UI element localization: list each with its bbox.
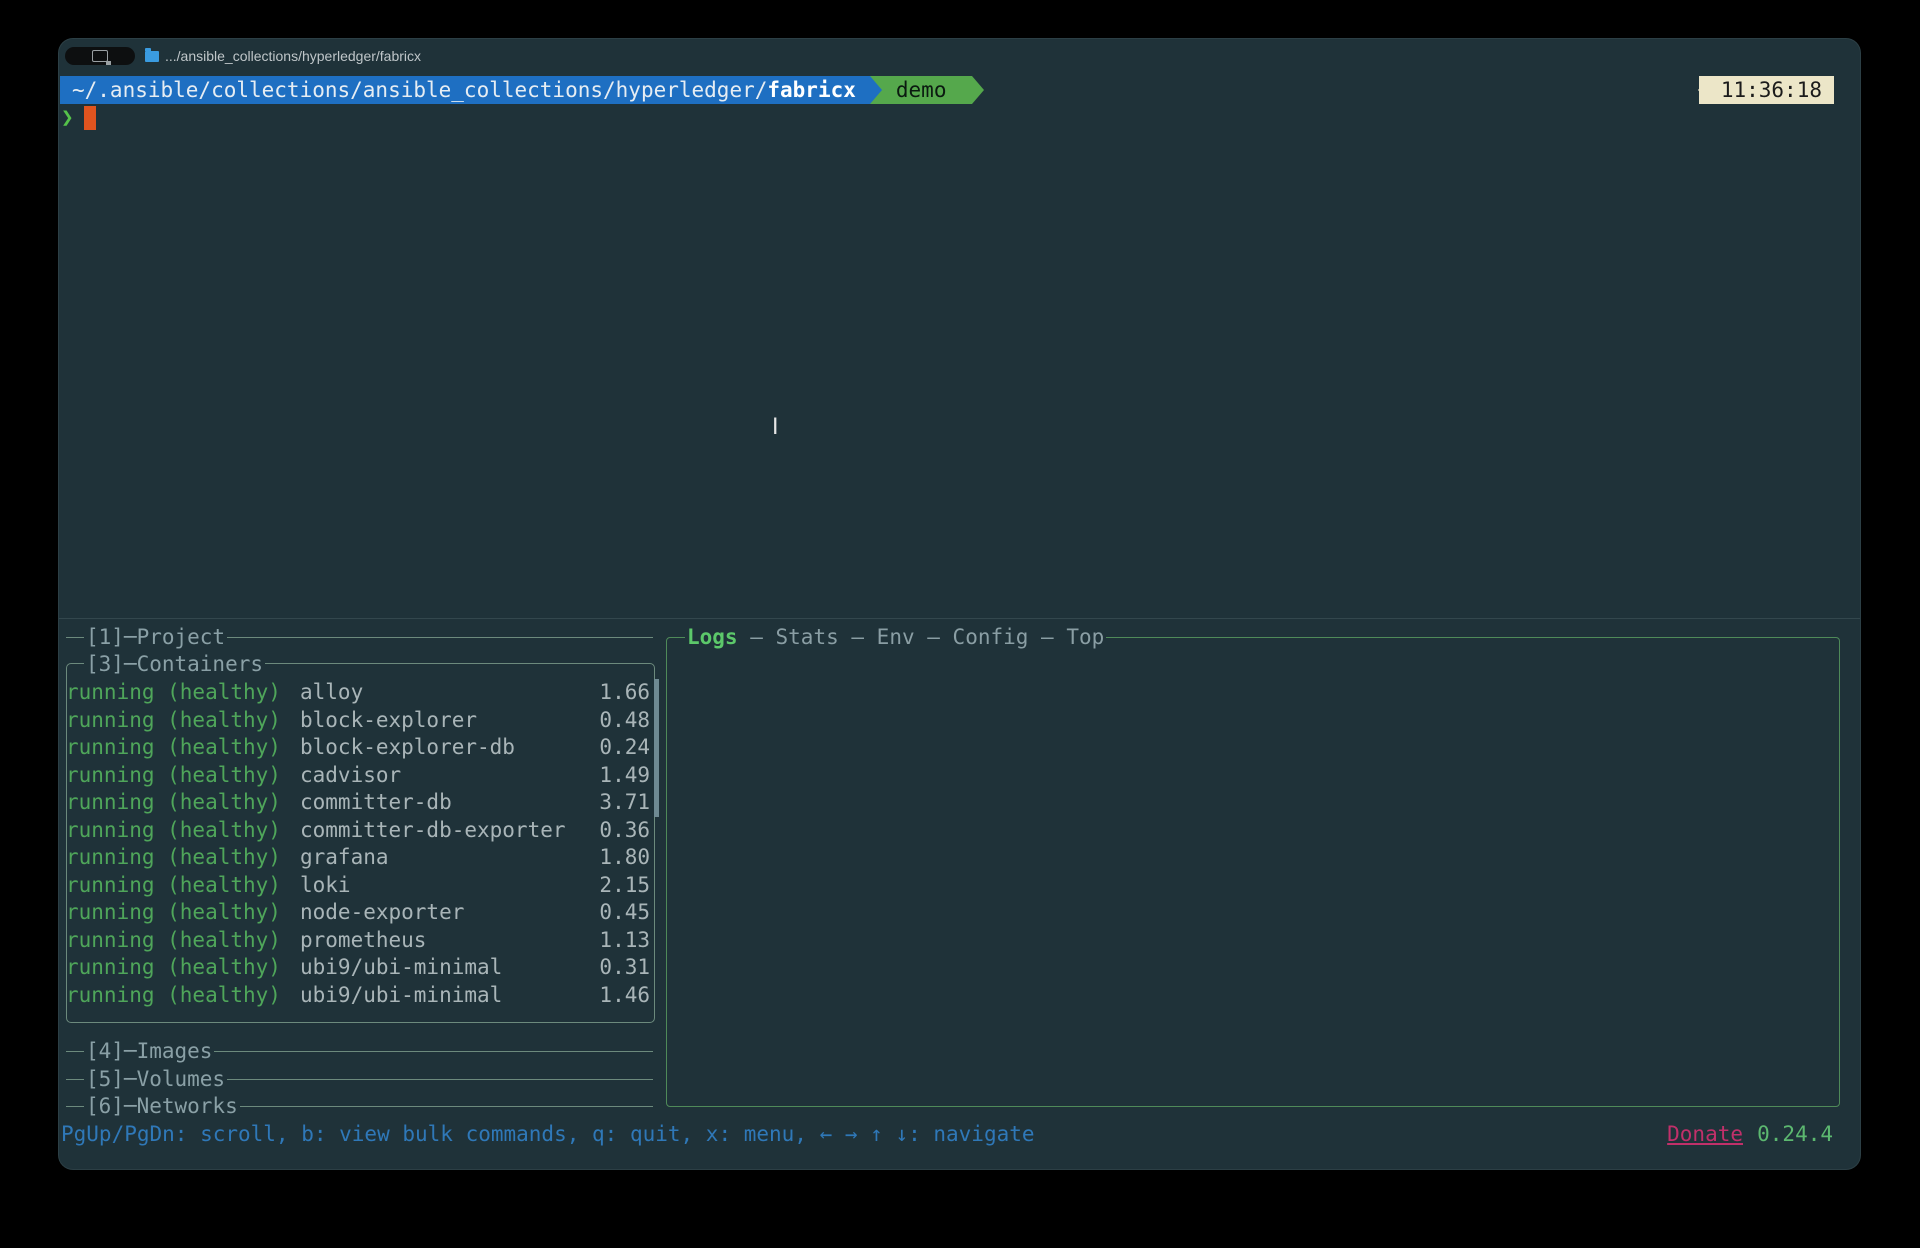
version-label: 0.24.4 <box>1757 1122 1833 1146</box>
command-line[interactable]: ❯ <box>61 104 96 132</box>
container-cpu: 0.45 <box>599 900 650 924</box>
container-cpu: 1.13 <box>599 927 650 952</box>
prompt-path-current: fabricx <box>767 78 856 102</box>
container-status: running (healthy) <box>66 680 281 704</box>
container-name: block-explorer <box>300 707 478 732</box>
container-status: running (healthy) <box>66 817 281 842</box>
container-status: running (healthy) <box>66 707 281 732</box>
container-row[interactable]: running (healthy) ubi9/ubi-minimal 1.46 <box>66 982 650 1010</box>
container-cpu: 0.36 <box>599 817 650 842</box>
tab-top[interactable]: Top <box>1066 624 1104 651</box>
prompt-path-prefix: ~/.ansible/collections/ansible_collectio… <box>72 78 768 102</box>
container-name: committer-db-exporter <box>300 817 566 842</box>
tab-separator: – <box>737 625 776 649</box>
detail-tabs: Logs – Stats – Env – Config – Top <box>685 624 1107 651</box>
container-row[interactable]: running (healthy) block-explorer 0.48 <box>66 707 650 735</box>
prompt-clock: 11:36:18 <box>1698 76 1834 104</box>
window-title-text: .../ansible_collections/hyperledger/fabr… <box>165 48 422 64</box>
prompt-branch: demo <box>881 76 973 104</box>
container-row[interactable]: running (healthy) committer-db 3.71 <box>66 789 650 817</box>
container-cpu: 0.31 <box>599 955 650 979</box>
powerline-separator-icon <box>869 76 882 104</box>
shell-prompt: ~/.ansible/collections/ansible_collectio… <box>60 76 985 104</box>
tab-config[interactable]: Config <box>953 624 1029 651</box>
tab-separator: – <box>1028 625 1067 649</box>
container-name: ubi9/ubi-minimal <box>300 955 503 979</box>
container-row[interactable]: running (healthy) block-explorer-db 0.24 <box>66 734 650 762</box>
container-cpu: 1.80 <box>599 845 650 869</box>
container-name: loki <box>300 872 351 897</box>
container-name: block-explorer-db <box>300 735 515 759</box>
container-row[interactable]: running (healthy) ubi9/ubi-minimal 0.31 <box>66 954 650 982</box>
monitor-icon <box>92 50 111 65</box>
panel-volumes[interactable]: [5]─Volumes <box>84 1066 228 1093</box>
title-bar: .../ansible_collections/hyperledger/fabr… <box>59 39 1860 73</box>
folder-icon <box>145 47 159 62</box>
tab-separator: – <box>838 625 877 649</box>
panel-containers[interactable]: [3]─Containers <box>84 651 266 678</box>
prompt-path: ~/.ansible/collections/ansible_collectio… <box>60 76 870 104</box>
container-row[interactable]: running (healthy) grafana 1.80 <box>66 844 650 872</box>
container-status: running (healthy) <box>66 872 281 897</box>
container-row[interactable]: running (healthy) alloy 1.66 <box>66 679 650 707</box>
container-row[interactable]: running (healthy) node-exporter 0.45 <box>66 899 650 927</box>
window-title: .../ansible_collections/hyperledger/fabr… <box>145 47 422 64</box>
container-row[interactable]: running (healthy) loki 2.15 <box>66 872 650 900</box>
prompt-chevron-icon: ❯ <box>61 105 74 130</box>
container-status: running (healthy) <box>66 927 281 952</box>
text-cursor <box>83 106 96 130</box>
tab-stats[interactable]: Stats <box>776 624 839 651</box>
container-status: running (healthy) <box>66 790 281 814</box>
container-name: committer-db <box>300 790 452 814</box>
container-status: running (healthy) <box>66 762 281 787</box>
container-status: running (healthy) <box>66 955 281 979</box>
logs-panel[interactable] <box>666 637 1840 1107</box>
container-cpu: 3.71 <box>599 790 650 814</box>
tab-logs[interactable]: Logs <box>687 624 738 651</box>
panel-project[interactable]: [1]─Project <box>84 624 228 651</box>
container-status: running (healthy) <box>66 900 281 924</box>
container-status: running (healthy) <box>66 845 281 869</box>
container-cpu: 0.24 <box>599 735 650 759</box>
panel-images[interactable]: [4]─Images <box>84 1038 215 1065</box>
container-cpu: 1.49 <box>599 762 650 787</box>
donate-link[interactable]: Donate <box>1667 1121 1743 1148</box>
tab-switcher[interactable] <box>65 47 135 65</box>
help-bar: PgUp/PgDn: scroll, b: view bulk commands… <box>61 1122 1035 1146</box>
container-name: cadvisor <box>300 762 402 787</box>
container-status: running (healthy) <box>66 735 281 759</box>
tab-separator: – <box>914 625 953 649</box>
terminal-window: .../ansible_collections/hyperledger/fabr… <box>59 39 1860 1169</box>
container-cpu: 0.48 <box>599 707 650 732</box>
containers-scrollbar[interactable] <box>654 679 659 817</box>
ibeam-cursor-icon: I <box>772 415 779 440</box>
container-name: alloy <box>300 680 364 704</box>
container-cpu: 2.15 <box>599 872 650 897</box>
container-status: running (healthy) <box>66 982 281 1007</box>
container-cpu: 1.46 <box>599 982 650 1007</box>
pane-divider[interactable] <box>59 618 1860 619</box>
container-row[interactable]: running (healthy) cadvisor 1.49 <box>66 762 650 790</box>
container-row[interactable]: running (healthy) committer-db-exporter 0.… <box>66 817 650 845</box>
container-name: ubi9/ubi-minimal <box>300 982 503 1007</box>
containers-list[interactable]: running (healthy) alloy 1.66 running (healt… <box>66 679 650 1009</box>
powerline-separator-icon <box>972 76 985 104</box>
container-name: node-exporter <box>300 900 465 924</box>
container-name: grafana <box>300 845 389 869</box>
tab-env[interactable]: Env <box>877 624 915 651</box>
container-cpu: 1.66 <box>599 680 650 704</box>
container-name: prometheus <box>300 927 427 952</box>
panel-networks[interactable]: [6]─Networks <box>84 1093 240 1120</box>
container-row[interactable]: running (healthy) prometheus 1.13 <box>66 927 650 955</box>
